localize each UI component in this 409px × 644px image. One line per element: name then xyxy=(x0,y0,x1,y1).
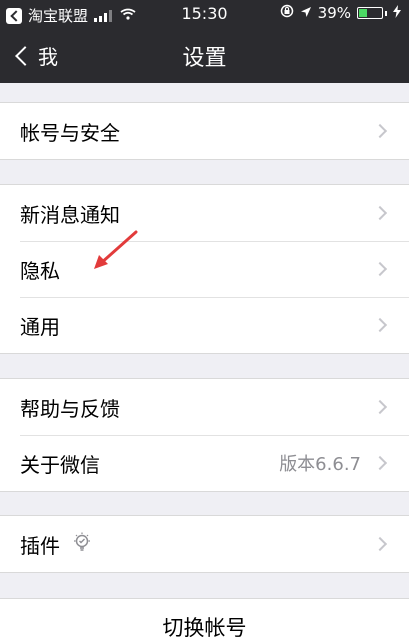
row-label: 帐号与安全 xyxy=(20,120,120,145)
battery-icon xyxy=(357,7,383,19)
chevron-right-icon xyxy=(372,317,388,333)
settings-group-notifications: 新消息通知 隐私 通用 xyxy=(0,184,409,354)
charging-bolt-icon xyxy=(393,4,401,22)
annotation-arrow-icon xyxy=(94,230,138,269)
row-label: 通用 xyxy=(20,314,60,339)
row-account-security[interactable]: 帐号与安全 xyxy=(0,103,409,159)
chevron-right-icon xyxy=(372,261,388,277)
row-privacy[interactable]: 隐私 xyxy=(0,241,409,297)
settings-group-account: 帐号与安全 xyxy=(0,102,409,160)
row-label: 插件 xyxy=(20,533,60,558)
row-label: 帮助与反馈 xyxy=(20,396,120,421)
settings-group-help: 帮助与反馈 关于微信 版本6.6.7 xyxy=(0,378,409,492)
switch-account-label: 切换帐号 xyxy=(162,616,247,640)
battery-percent: 39% xyxy=(317,4,351,22)
switch-account-button[interactable]: 切换帐号 xyxy=(0,599,409,644)
row-label: 关于微信 xyxy=(20,452,100,477)
chevron-right-icon xyxy=(372,123,388,139)
chevron-right-icon xyxy=(372,205,388,221)
plugin-bulb-icon xyxy=(72,532,92,556)
chevron-right-icon xyxy=(372,455,388,471)
page-title: 设置 xyxy=(182,46,227,71)
switch-account-group: 切换帐号 xyxy=(0,598,409,644)
row-label: 隐私 xyxy=(20,258,60,283)
location-arrow-icon xyxy=(300,4,312,22)
row-label: 新消息通知 xyxy=(20,202,120,227)
status-bar: 淘宝联盟 15:30 39% xyxy=(0,0,409,28)
settings-group-plugins: 插件 xyxy=(0,515,409,573)
header: 淘宝联盟 15:30 39% 我 设置 xyxy=(0,0,409,83)
nav-bar: 我 设置 xyxy=(0,28,409,83)
battery-fill xyxy=(359,9,368,17)
status-bar-right: 39% xyxy=(280,4,401,22)
chevron-right-icon xyxy=(372,399,388,415)
row-plugins[interactable]: 插件 xyxy=(0,516,409,572)
chevron-right-icon xyxy=(372,536,388,552)
version-value: 版本6.6.7 xyxy=(279,454,361,475)
row-general[interactable]: 通用 xyxy=(0,297,409,353)
orientation-lock-icon xyxy=(280,4,294,22)
row-help-feedback[interactable]: 帮助与反馈 xyxy=(0,379,409,435)
row-new-message-notification[interactable]: 新消息通知 xyxy=(0,185,409,241)
row-about-wechat[interactable]: 关于微信 版本6.6.7 xyxy=(0,435,409,491)
battery-cap xyxy=(385,10,387,16)
